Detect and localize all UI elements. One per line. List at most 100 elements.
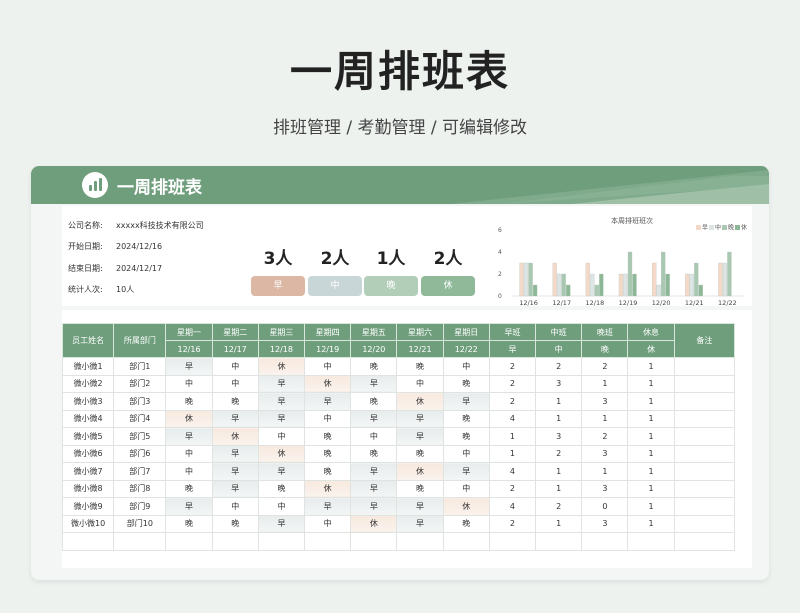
employee-name-cell[interactable]: 微小微7 bbox=[61, 462, 115, 481]
note-cell[interactable] bbox=[673, 532, 736, 551]
employee-name-cell[interactable]: 微小微10 bbox=[61, 514, 115, 533]
employee-name-cell[interactable]: 微小微2 bbox=[61, 374, 115, 393]
department-cell[interactable]: 部门5 bbox=[113, 427, 167, 446]
shift-count-cell[interactable]: 1 bbox=[581, 409, 629, 428]
shift-cell[interactable]: 休 bbox=[257, 444, 306, 463]
employee-name-cell[interactable]: 微小微9 bbox=[61, 497, 115, 516]
note-cell[interactable] bbox=[673, 479, 736, 498]
shift-cell[interactable]: 中 bbox=[304, 514, 352, 533]
shift-count-cell[interactable]: 3 bbox=[581, 392, 629, 411]
shift-cell[interactable] bbox=[396, 532, 444, 551]
shift-cell[interactable]: 晚 bbox=[442, 409, 490, 428]
shift-count-cell[interactable]: 2 bbox=[581, 357, 629, 376]
shift-count-cell[interactable]: 4 bbox=[488, 409, 537, 428]
shift-cell[interactable]: 中 bbox=[165, 374, 213, 393]
note-cell[interactable] bbox=[673, 374, 736, 393]
note-cell[interactable] bbox=[673, 497, 736, 516]
shift-cell[interactable]: 早 bbox=[211, 479, 259, 498]
shift-cell[interactable]: 休 bbox=[396, 462, 444, 481]
shift-cell[interactable]: 中 bbox=[257, 427, 306, 446]
shift-count-cell[interactable]: 1 bbox=[627, 409, 675, 428]
shift-cell[interactable]: 早 bbox=[396, 427, 444, 446]
employee-name-cell[interactable]: 微小微1 bbox=[61, 357, 115, 376]
shift-cell[interactable]: 早 bbox=[350, 479, 398, 498]
shift-cell[interactable]: 早 bbox=[442, 392, 490, 411]
shift-count-cell[interactable]: 3 bbox=[535, 374, 583, 393]
employee-name-cell[interactable]: 微小微4 bbox=[61, 409, 115, 428]
shift-cell[interactable]: 晚 bbox=[257, 479, 306, 498]
shift-cell[interactable]: 休 bbox=[304, 374, 352, 393]
department-cell[interactable]: 部门1 bbox=[113, 357, 167, 376]
shift-cell[interactable]: 早 bbox=[257, 392, 306, 411]
shift-cell[interactable]: 中 bbox=[304, 357, 352, 376]
shift-cell[interactable]: 晚 bbox=[304, 444, 352, 463]
department-cell[interactable]: 部门4 bbox=[113, 409, 167, 428]
shift-cell[interactable]: 中 bbox=[350, 427, 398, 446]
shift-cell[interactable]: 晚 bbox=[165, 514, 213, 533]
shift-count-cell[interactable]: 2 bbox=[488, 374, 537, 393]
shift-count-cell[interactable]: 2 bbox=[488, 357, 537, 376]
shift-count-cell[interactable]: 1 bbox=[581, 462, 629, 481]
shift-count-cell[interactable] bbox=[627, 532, 675, 551]
shift-cell[interactable]: 早 bbox=[257, 409, 306, 428]
department-cell[interactable]: 部门9 bbox=[113, 497, 167, 516]
shift-count-cell[interactable]: 1 bbox=[627, 427, 675, 446]
shift-count-cell[interactable]: 3 bbox=[581, 514, 629, 533]
shift-cell[interactable]: 中 bbox=[442, 479, 490, 498]
department-cell[interactable]: 部门8 bbox=[113, 479, 167, 498]
shift-cell[interactable]: 中 bbox=[211, 497, 259, 516]
shift-cell[interactable]: 晚 bbox=[396, 479, 444, 498]
note-cell[interactable] bbox=[673, 514, 736, 533]
shift-count-cell[interactable]: 4 bbox=[488, 462, 537, 481]
employee-name-cell[interactable]: 微小微6 bbox=[61, 444, 115, 463]
employee-name-cell[interactable]: 微小微5 bbox=[61, 427, 115, 446]
shift-cell[interactable]: 休 bbox=[396, 392, 444, 411]
shift-cell[interactable]: 中 bbox=[442, 444, 490, 463]
shift-cell[interactable]: 晚 bbox=[442, 427, 490, 446]
shift-cell[interactable]: 休 bbox=[350, 514, 398, 533]
shift-cell[interactable]: 中 bbox=[165, 462, 213, 481]
shift-count-cell[interactable]: 1 bbox=[488, 427, 537, 446]
shift-cell[interactable]: 早 bbox=[165, 427, 213, 446]
shift-cell[interactable]: 晚 bbox=[304, 427, 352, 446]
shift-cell[interactable]: 中 bbox=[211, 374, 259, 393]
shift-cell[interactable]: 早 bbox=[211, 409, 259, 428]
shift-cell[interactable]: 早 bbox=[396, 497, 444, 516]
shift-cell[interactable]: 早 bbox=[257, 374, 306, 393]
shift-cell[interactable]: 中 bbox=[211, 357, 259, 376]
shift-cell[interactable]: 晚 bbox=[442, 514, 490, 533]
shift-cell[interactable]: 早 bbox=[350, 462, 398, 481]
shift-cell[interactable]: 休 bbox=[257, 357, 306, 376]
shift-cell[interactable]: 晚 bbox=[165, 479, 213, 498]
shift-count-cell[interactable]: 2 bbox=[581, 427, 629, 446]
shift-cell[interactable]: 晚 bbox=[442, 374, 490, 393]
shift-count-cell[interactable]: 2 bbox=[488, 479, 537, 498]
shift-count-cell[interactable] bbox=[581, 532, 629, 551]
shift-cell[interactable]: 休 bbox=[211, 427, 259, 446]
shift-count-cell[interactable]: 1 bbox=[535, 462, 583, 481]
shift-cell[interactable]: 晚 bbox=[211, 514, 259, 533]
shift-cell[interactable]: 休 bbox=[165, 409, 213, 428]
note-cell[interactable] bbox=[673, 392, 736, 411]
shift-cell[interactable]: 休 bbox=[442, 497, 490, 516]
shift-cell[interactable]: 晚 bbox=[396, 357, 444, 376]
note-cell[interactable] bbox=[673, 357, 736, 376]
shift-cell[interactable]: 中 bbox=[304, 409, 352, 428]
shift-cell[interactable]: 早 bbox=[396, 514, 444, 533]
shift-count-cell[interactable]: 0 bbox=[581, 497, 629, 516]
shift-cell[interactable]: 晚 bbox=[211, 392, 259, 411]
shift-cell[interactable] bbox=[304, 532, 352, 551]
shift-cell[interactable]: 晚 bbox=[396, 444, 444, 463]
shift-cell[interactable]: 晚 bbox=[304, 462, 352, 481]
shift-count-cell[interactable]: 1 bbox=[627, 497, 675, 516]
shift-count-cell[interactable] bbox=[488, 532, 537, 551]
shift-cell[interactable]: 中 bbox=[257, 497, 306, 516]
employee-name-cell[interactable] bbox=[61, 532, 115, 551]
note-cell[interactable] bbox=[673, 409, 736, 428]
shift-count-cell[interactable]: 2 bbox=[535, 444, 583, 463]
shift-count-cell[interactable]: 4 bbox=[488, 497, 537, 516]
shift-cell[interactable]: 早 bbox=[304, 392, 352, 411]
department-cell[interactable] bbox=[113, 532, 167, 551]
department-cell[interactable]: 部门6 bbox=[113, 444, 167, 463]
shift-cell[interactable]: 早 bbox=[165, 357, 213, 376]
